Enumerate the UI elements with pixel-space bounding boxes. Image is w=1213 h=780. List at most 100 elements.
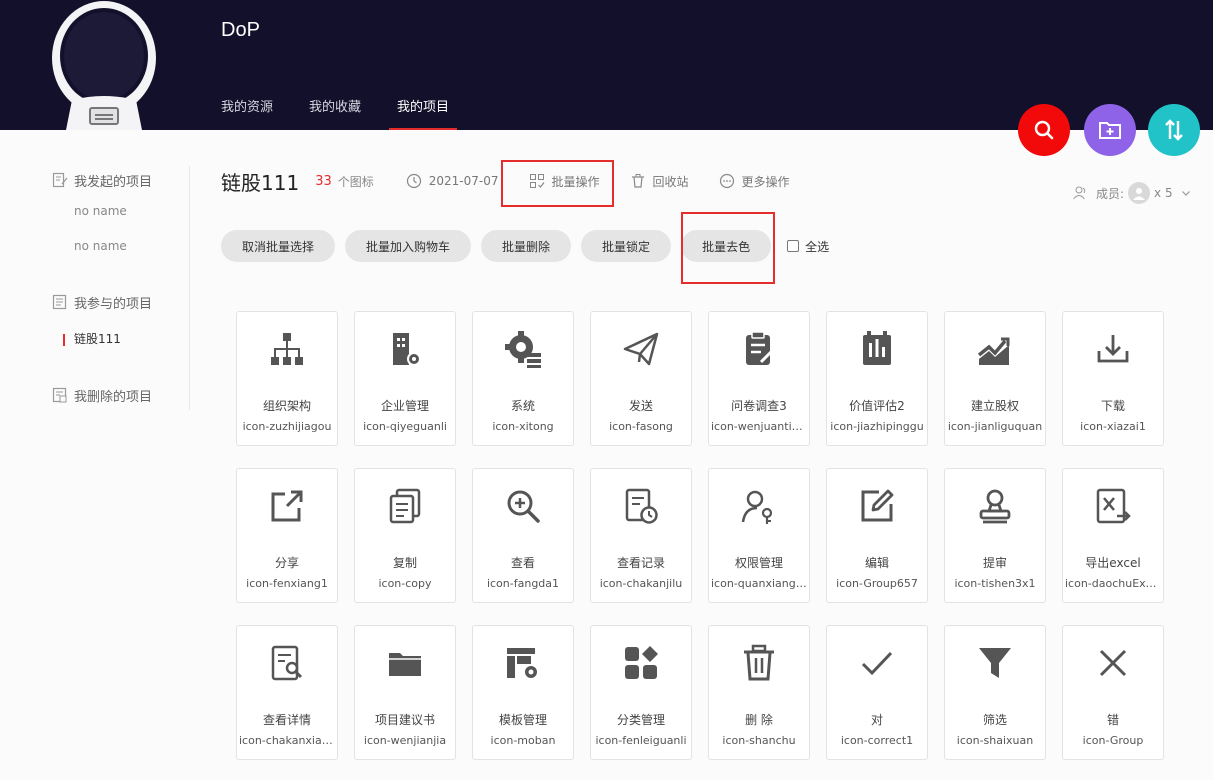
icon-card[interactable]: 删 除 icon-shanchu (708, 625, 810, 760)
building-gear-icon (393, 333, 421, 366)
icon-name: 对 (870, 713, 883, 727)
highlight-box-batch-operation (501, 160, 614, 207)
icon-card[interactable]: 分类管理 icon-fenleiguanli (590, 625, 692, 760)
icon-count: 33 (315, 173, 332, 189)
icon-name: 分享 (274, 556, 299, 570)
icon-code: icon-fangda1 (486, 577, 560, 590)
recycle-bin-icon (631, 174, 644, 188)
icon-card[interactable]: 查看 icon-fangda1 (472, 468, 574, 603)
clipboard-edit-icon (746, 331, 774, 365)
sidebar-item-lianggu111[interactable]: 链股111 (52, 322, 189, 357)
sort-button[interactable] (1148, 104, 1200, 156)
icon-card[interactable]: 对 icon-correct1 (826, 625, 928, 760)
icon-card[interactable]: 查看详情 icon-chakanxiangqing (236, 625, 338, 760)
sidebar-group-deleted[interactable]: 我删除的项目 (52, 381, 189, 409)
icon-card[interactable]: 分享 icon-fenxiang1 (236, 468, 338, 603)
members-label: 成员: (1096, 186, 1125, 201)
sidebar-group-initiated[interactable]: 我发起的项目 (52, 166, 189, 194)
sidebar-item-no-name-1[interactable]: no name (52, 194, 189, 229)
project-title: 链股111 (221, 170, 300, 195)
members-count: x 5 (1154, 186, 1173, 200)
icon-code: icon-fasong (609, 420, 673, 433)
more-actions-label: 更多操作 (741, 174, 790, 189)
search-button[interactable] (1018, 104, 1070, 156)
app-title: DoP (221, 19, 260, 41)
icon-code: icon-moban (490, 734, 556, 747)
icon-card[interactable]: 错 icon-Group (1062, 625, 1164, 760)
edit-icon (861, 489, 894, 522)
icon-code: icon-chakanxiangqing (239, 734, 335, 747)
trash-icon (744, 644, 774, 681)
icon-card[interactable]: 建立股权 icon-jianliguquan (944, 311, 1046, 446)
members-widget[interactable]: 成员: x 5 (1072, 182, 1191, 204)
icon-code: icon-xitong (492, 420, 554, 433)
icon-card[interactable]: 权限管理 icon-quanxianguanli (708, 468, 810, 603)
tab-my-resources[interactable]: 我的资源 (221, 96, 273, 130)
astronaut-avatar[interactable] (50, 0, 158, 130)
icon-code: icon-qiyeguanli (363, 420, 447, 433)
filter-icon (979, 648, 1011, 678)
icon-name: 建立股权 (970, 399, 1019, 413)
icon-card[interactable]: 下载 icon-xiazai1 (1062, 311, 1164, 446)
project-sidebar: 我发起的项目 no name no name 我参与的项目 链股111 我删除的… (52, 166, 190, 410)
batch-delete-button[interactable]: 批量删除 (481, 230, 572, 262)
sidebar-group-label: 我参与的项目 (74, 296, 153, 312)
icon-card[interactable]: 项目建议书 icon-wenjianjia (354, 625, 456, 760)
icon-card[interactable]: 系统 icon-xitong (472, 311, 574, 446)
icon-card[interactable]: 模板管理 icon-moban (472, 625, 574, 760)
tab-my-projects[interactable]: 我的项目 (389, 96, 458, 130)
doc-icon (52, 294, 67, 310)
recycle-bin-button[interactable]: 回收站 (630, 173, 689, 190)
tab-my-favorites[interactable]: 我的收藏 (309, 96, 361, 130)
zoom-in-icon (507, 490, 540, 523)
icon-code: icon-xiazai1 (1080, 420, 1146, 433)
chart-box-icon (863, 331, 891, 365)
icon-name: 下载 (1100, 399, 1125, 413)
icon-name: 问卷调查3 (731, 399, 787, 413)
doc-search-icon (271, 645, 302, 681)
share-icon (271, 490, 303, 522)
add-folder-button[interactable] (1084, 104, 1136, 156)
icon-card[interactable]: 编辑 icon-Group657 (826, 468, 928, 603)
export-excel-icon (1096, 488, 1131, 524)
icon-card[interactable]: 问卷调查3 icon-wenjuantiaocha3 (708, 311, 810, 446)
copy-icon (389, 488, 421, 524)
icon-name: 系统 (510, 399, 535, 413)
sidebar-item-no-name-2[interactable]: no name (52, 229, 189, 264)
cancel-batch-button[interactable]: 取消批量选择 (221, 230, 336, 262)
folder-icon (389, 653, 421, 676)
icon-code: icon-quanxianguanli (711, 577, 807, 590)
select-all-checkbox[interactable]: 全选 (787, 238, 829, 255)
more-actions-button[interactable]: 更多操作 (719, 173, 790, 190)
sidebar-group-label: 我发起的项目 (74, 174, 153, 190)
icon-card[interactable]: 发送 icon-fasong (590, 311, 692, 446)
icon-name: 价值评估2 (849, 399, 905, 413)
icon-code: icon-chakanjilu (599, 577, 683, 590)
project-date: 2021-07-07 (406, 173, 499, 189)
trend-up-icon (977, 337, 1010, 365)
icon-card[interactable]: 导出excel icon-daochuExcel (1062, 468, 1164, 603)
icon-code: icon-jianliguquan (947, 420, 1043, 433)
icon-card[interactable]: 企业管理 icon-qiyeguanli (354, 311, 456, 446)
batch-lock-button[interactable]: 批量锁定 (581, 230, 672, 262)
batch-add-cart-button[interactable]: 批量加入购物车 (345, 230, 472, 262)
icon-code: icon-zuzhijiagou (242, 420, 332, 433)
sidebar-group-participated[interactable]: 我参与的项目 (52, 288, 189, 316)
icon-card[interactable]: 提审 icon-tishen3x1 (944, 468, 1046, 603)
icon-code: icon-copy (378, 577, 432, 590)
date-label: 2021-07-07 (428, 174, 499, 188)
icon-name: 查看 (510, 556, 535, 570)
icon-card[interactable]: 组织架构 icon-zuzhijiagou (236, 311, 338, 446)
search-icon (1034, 120, 1054, 140)
members-icon (1073, 186, 1086, 200)
recycle-bin-label: 回收站 (652, 174, 689, 189)
icon-card[interactable]: 查看记录 icon-chakanjilu (590, 468, 692, 603)
icon-card[interactable]: 筛选 icon-shaixuan (944, 625, 1046, 760)
icon-code: icon-wenjuantiaocha3 (711, 420, 807, 433)
icon-card[interactable]: 价值评估2 icon-jiazhipinggu (826, 311, 928, 446)
icon-name: 查看记录 (616, 556, 665, 570)
icon-card[interactable]: 复制 icon-copy (354, 468, 456, 603)
icon-name: 组织架构 (262, 399, 311, 413)
icon-code: icon-fenxiang1 (246, 577, 328, 590)
checkbox-box[interactable] (787, 240, 800, 252)
